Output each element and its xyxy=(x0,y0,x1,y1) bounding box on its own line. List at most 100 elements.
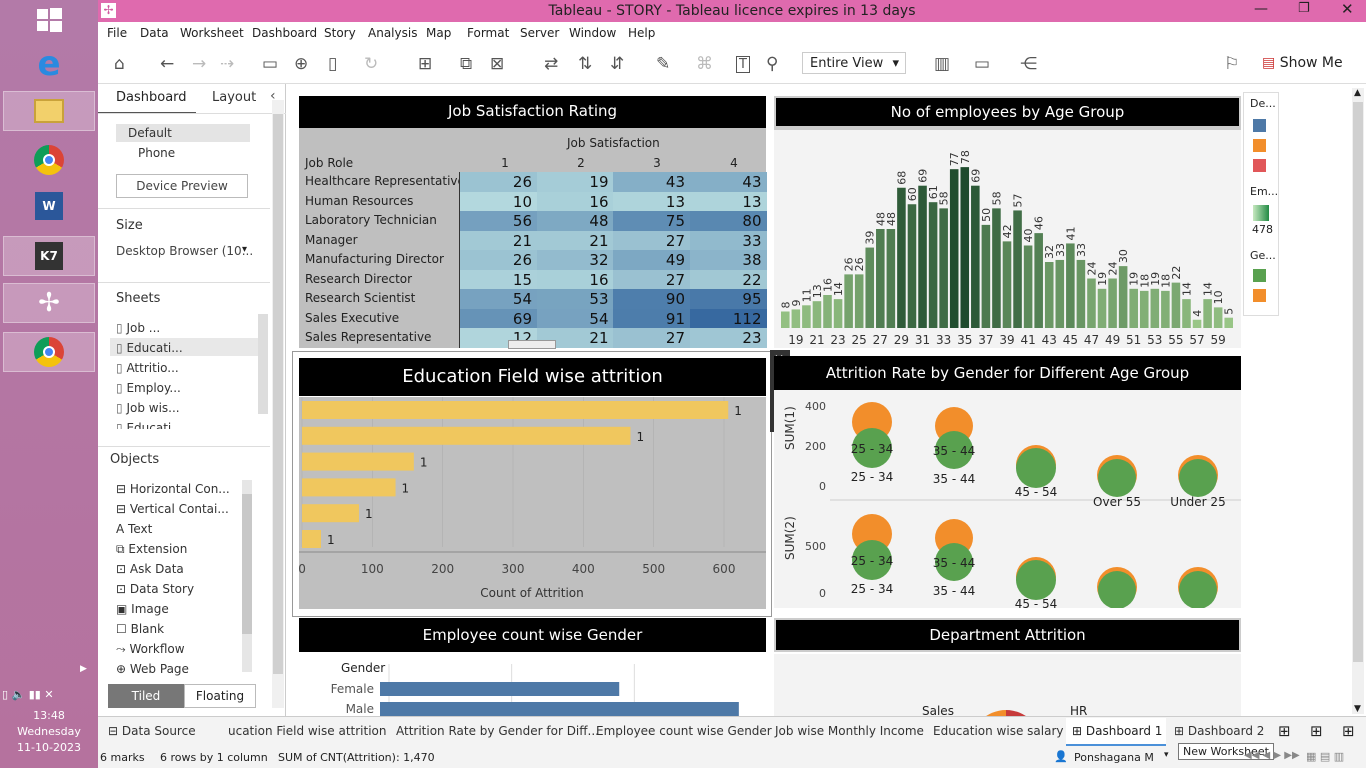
age-bar[interactable] xyxy=(1118,266,1128,328)
web-page-object[interactable]: ⊕ Web Page xyxy=(116,662,189,676)
ie-icon[interactable]: e xyxy=(3,44,95,84)
file-explorer-icon[interactable] xyxy=(3,91,95,131)
age-bar[interactable] xyxy=(918,185,927,328)
sheet-item[interactable]: ▯ Employ... xyxy=(116,381,181,395)
left-panel-scrollbar[interactable] xyxy=(272,100,284,708)
age-bar[interactable] xyxy=(802,305,811,328)
legend-swatch[interactable] xyxy=(1253,159,1266,172)
age-bar[interactable] xyxy=(1066,243,1075,328)
job-cell[interactable]: 23 xyxy=(689,328,767,348)
minimize-icon[interactable]: — xyxy=(1254,1,1268,17)
close-window-icon[interactable]: ✕ xyxy=(1341,0,1354,18)
ga-green-circle[interactable] xyxy=(1098,459,1136,497)
floating-button[interactable]: Floating xyxy=(184,684,256,708)
age-bar[interactable] xyxy=(876,229,885,328)
age-bar[interactable] xyxy=(1203,299,1212,328)
device-preview-button[interactable]: Device Preview xyxy=(116,174,248,198)
edu-bar[interactable] xyxy=(302,452,414,471)
job-cell[interactable]: 38 xyxy=(689,250,767,270)
expand-arrow-icon[interactable]: ▶ xyxy=(80,664,87,674)
highlight-icon[interactable]: ✎ xyxy=(656,54,670,74)
tab-sheet[interactable]: Employee count wise Gender xyxy=(596,724,772,738)
chevron-down-icon[interactable]: ▾ xyxy=(242,244,247,255)
age-bar[interactable] xyxy=(1044,262,1054,328)
ga-green-circle[interactable] xyxy=(1016,560,1056,600)
age-bar[interactable] xyxy=(1002,241,1012,328)
job-cell[interactable]: 54 xyxy=(536,308,614,329)
age-bar[interactable] xyxy=(907,204,917,328)
size-dropdown[interactable]: Desktop Browser (10... xyxy=(116,244,253,258)
menu-format[interactable]: Format xyxy=(467,26,509,40)
chevron-down-icon[interactable]: ▾ xyxy=(1164,750,1169,760)
age-bar[interactable] xyxy=(1055,259,1065,328)
image-object[interactable]: ▣ Image xyxy=(116,602,169,616)
tab-data-source[interactable]: ⊟ Data Source xyxy=(108,724,196,738)
job-cell[interactable]: 19 xyxy=(536,172,614,192)
job-cell[interactable]: 48 xyxy=(536,211,614,231)
chrome-icon[interactable] xyxy=(3,140,95,180)
duplicate-icon[interactable]: ⧉ xyxy=(460,54,472,74)
job-cell[interactable]: 26 xyxy=(460,172,537,192)
age-bar[interactable] xyxy=(1213,307,1223,328)
menu-server[interactable]: Server xyxy=(520,26,559,40)
age-bar[interactable] xyxy=(812,301,822,328)
age-bar[interactable] xyxy=(1182,299,1191,328)
dashboard-scrollbar[interactable]: ▲ ▼ xyxy=(1352,88,1364,714)
menu-map[interactable]: Map xyxy=(426,26,451,40)
job-cell[interactable]: 27 xyxy=(613,269,690,290)
sheet-item[interactable]: ▯ Job ... xyxy=(116,321,160,335)
job-cell[interactable]: 16 xyxy=(536,269,614,290)
age-bar[interactable] xyxy=(791,309,801,328)
sort-asc-icon[interactable]: ⇅ xyxy=(578,54,592,74)
home-icon[interactable]: ⌂ xyxy=(114,54,125,74)
tiled-button[interactable]: Tiled xyxy=(108,684,184,708)
vertical-container-object[interactable]: ⊟ Vertical Contai... xyxy=(116,502,229,516)
job-cell[interactable]: 112 xyxy=(689,308,767,329)
age-bar[interactable] xyxy=(1150,288,1160,328)
ga-green-circle[interactable] xyxy=(1098,571,1136,609)
job-cell[interactable]: 43 xyxy=(689,172,767,192)
new-story-tab-icon[interactable]: ⊞ xyxy=(1342,722,1355,740)
new-worksheet-icon[interactable]: ⊞ xyxy=(418,54,432,74)
data-story-object[interactable]: ⊡ Data Story xyxy=(116,582,194,596)
edu-bar[interactable] xyxy=(302,478,396,497)
new-datasource-icon[interactable]: ⊕ xyxy=(294,54,308,74)
age-bar[interactable] xyxy=(897,187,906,328)
group-icon[interactable]: ⌘ xyxy=(696,54,713,74)
user-name[interactable]: Ponshagana M xyxy=(1074,751,1154,764)
job-cell[interactable]: 69 xyxy=(460,308,537,329)
age-bar[interactable] xyxy=(781,311,790,329)
gender-bar[interactable] xyxy=(380,682,620,696)
age-bar[interactable] xyxy=(1023,245,1033,329)
age-bar[interactable] xyxy=(1013,210,1022,328)
tab-sheet[interactable]: Education wise salary xyxy=(933,724,1063,738)
menu-window[interactable]: Window xyxy=(569,26,616,40)
job-cell[interactable]: 53 xyxy=(536,289,614,309)
sheet-item[interactable]: ▯ Attritio... xyxy=(116,361,179,375)
age-bar[interactable] xyxy=(960,167,970,328)
blank-object[interactable]: ☐ Blank xyxy=(116,622,164,636)
show-me-button[interactable]: ▤ Show Me xyxy=(1262,55,1343,71)
age-bar[interactable] xyxy=(1139,290,1149,328)
job-cell[interactable]: 91 xyxy=(613,308,690,329)
extension-object[interactable]: ⧉ Extension xyxy=(116,542,187,557)
ga-green-circle[interactable] xyxy=(1179,571,1217,609)
age-bar[interactable] xyxy=(992,208,1001,328)
nav-arrows-icon[interactable]: ◀◀ ◀ ▶ ▶▶ xyxy=(1244,750,1300,761)
age-bar[interactable] xyxy=(833,299,843,328)
tab-dashboard[interactable]: Dashboard xyxy=(116,90,187,105)
job-cell[interactable]: 26 xyxy=(460,250,537,270)
age-bar[interactable] xyxy=(1097,288,1107,328)
word-icon[interactable]: W xyxy=(3,186,95,226)
windows-start-icon[interactable] xyxy=(3,0,95,40)
age-bar[interactable] xyxy=(1034,233,1043,328)
age-bar[interactable] xyxy=(971,185,980,328)
resize-handle[interactable] xyxy=(508,340,556,349)
clock[interactable]: 13:48 Wednesday 11-10-2023 xyxy=(0,708,98,756)
age-bar[interactable] xyxy=(981,224,991,328)
age-bar[interactable] xyxy=(1192,319,1202,328)
menu-analysis[interactable]: Analysis xyxy=(368,26,417,40)
age-bar[interactable] xyxy=(1076,259,1086,328)
labels-icon[interactable]: T xyxy=(736,56,750,73)
undo-icon[interactable]: ← xyxy=(160,54,174,74)
